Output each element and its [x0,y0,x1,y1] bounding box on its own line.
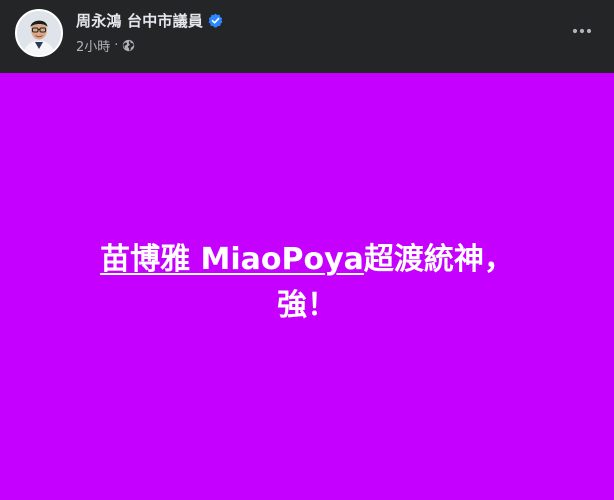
status-line2-text: 強！ [277,288,337,323]
status-text: 苗博雅 MiaoPoya超渡統神， 強！ [57,237,557,329]
author-name[interactable]: 周永鴻 台中市議員 [76,10,203,31]
globe-icon[interactable] [122,39,135,52]
post-timestamp[interactable]: 2小時 [76,36,110,55]
verified-badge-icon [208,13,223,28]
facebook-post: 周永鴻 台中市議員 2小時 · 苗博雅 MiaoPoya超渡統神， 強！ [0,0,614,500]
post-header: 周永鴻 台中市議員 2小時 · [0,0,614,73]
author-avatar[interactable] [15,9,63,57]
status-line1-text: 超渡統神， [363,242,514,277]
post-meta: 2小時 · [76,36,135,55]
mention-link[interactable]: 苗博雅 MiaoPoya [100,242,364,277]
author-line: 周永鴻 台中市議員 [76,9,223,31]
more-options-button[interactable] [564,15,600,47]
avatar-portrait-icon [17,11,61,55]
meta-separator: · [114,37,119,53]
more-options-icon [572,28,592,34]
status-background: 苗博雅 MiaoPoya超渡統神， 強！ [0,73,614,500]
